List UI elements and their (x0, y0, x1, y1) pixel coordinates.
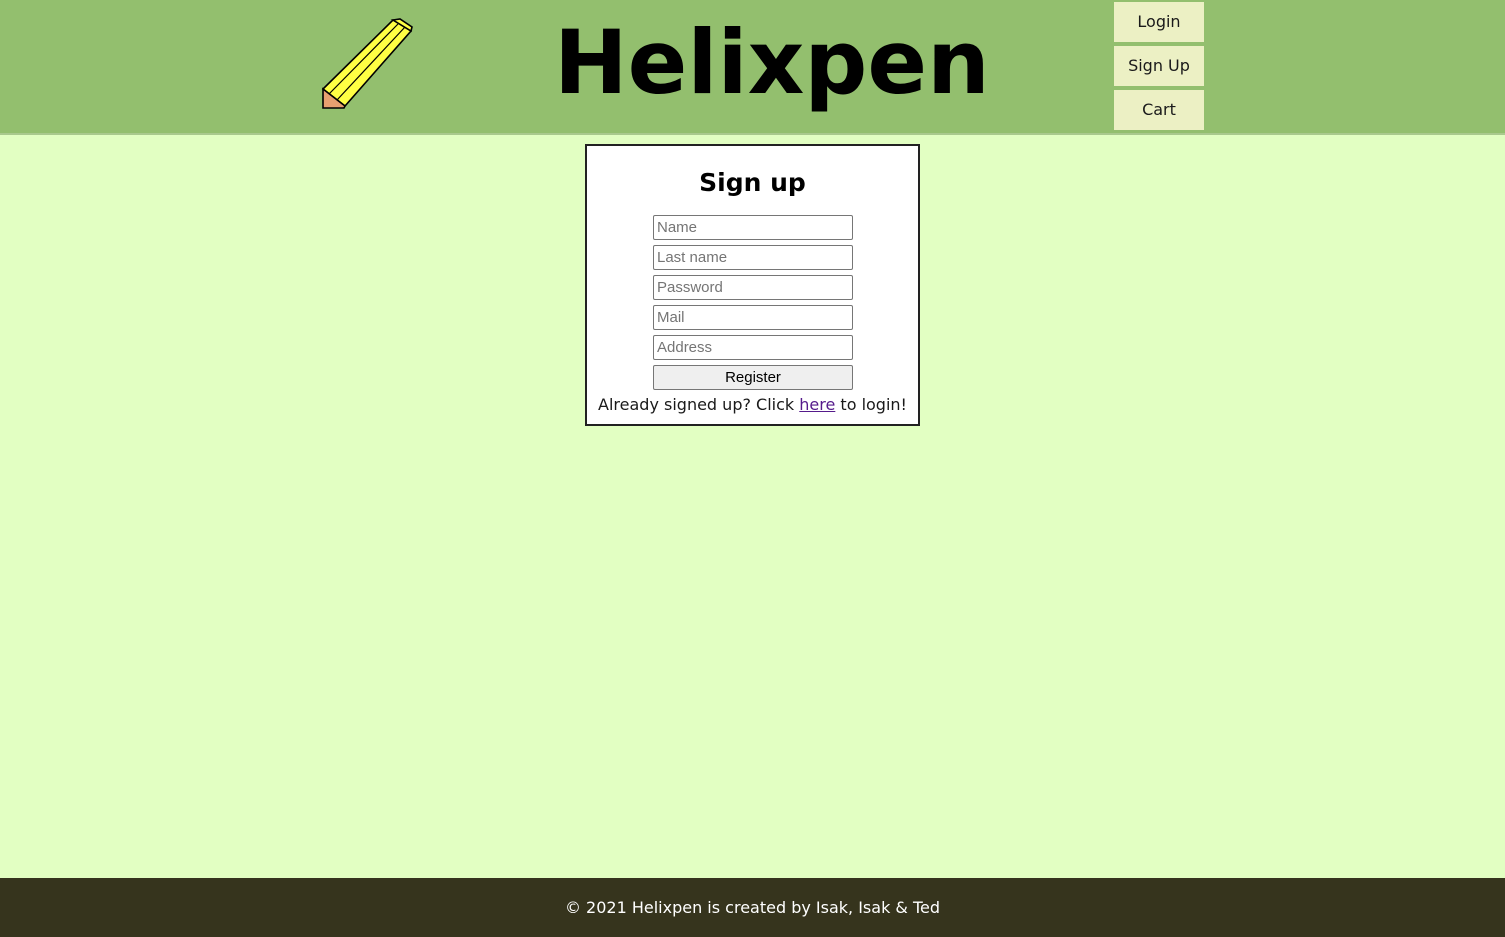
name-input[interactable] (653, 215, 853, 240)
site-title: Helixpen (554, 11, 990, 114)
login-link[interactable]: here (799, 395, 835, 414)
login-prompt-before: Already signed up? Click (598, 395, 800, 414)
cart-button[interactable]: Cart (1114, 90, 1204, 130)
footer-text: © 2021 Helixpen is created by Isak, Isak… (564, 898, 941, 917)
login-prompt: Already signed up? Click here to login! (587, 394, 918, 416)
site-header: Helixpen Login Sign Up Cart (0, 0, 1505, 135)
signup-heading: Sign up (699, 168, 806, 197)
login-prompt-after: to login! (835, 395, 907, 414)
site-footer: © 2021 Helixpen is created by Isak, Isak… (0, 878, 1505, 937)
signup-card: Sign up Register Already signed up? Clic… (585, 144, 920, 426)
password-input[interactable] (653, 275, 853, 300)
last-name-input[interactable] (653, 245, 853, 270)
pencil-icon[interactable] (318, 16, 418, 112)
mail-input[interactable] (653, 305, 853, 330)
signup-button[interactable]: Sign Up (1114, 46, 1204, 86)
register-button[interactable]: Register (653, 365, 853, 390)
header-nav: Login Sign Up Cart (1114, 2, 1204, 134)
address-input[interactable] (653, 335, 853, 360)
login-button[interactable]: Login (1114, 2, 1204, 42)
